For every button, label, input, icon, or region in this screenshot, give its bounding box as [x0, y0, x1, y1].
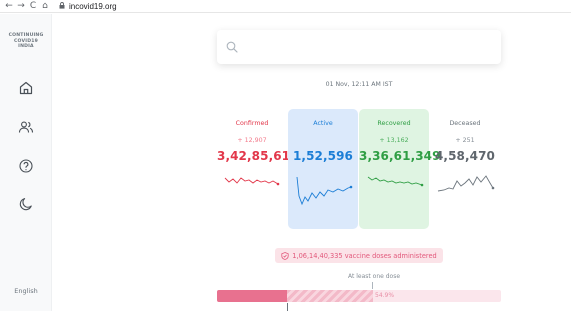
shield-check-icon — [281, 251, 289, 260]
recovered-value: 3,36,61,349 — [359, 149, 441, 163]
lock-icon — [59, 1, 65, 11]
home-page-icon[interactable]: ⌂ — [39, 1, 51, 12]
confirmed-value: 3,42,85,612 — [217, 149, 299, 163]
vaccine-doses-banner: 1,06,14,40,335 vaccine doses administere… — [275, 248, 443, 263]
deceased-sparkline — [437, 175, 495, 192]
language-switcher[interactable]: English — [0, 287, 52, 295]
active-label: Active — [313, 120, 333, 127]
browser-toolbar: ← → C ⌂ incovid19.org — [0, 0, 571, 13]
active-value: 1,52,596 — [292, 149, 353, 163]
home-icon[interactable] — [18, 80, 34, 96]
sidebar: CONTINUING COVID19 INDIA English — [0, 14, 52, 311]
search-icon — [226, 41, 238, 53]
active-sparkline — [296, 176, 353, 206]
search-box[interactable] — [217, 30, 501, 64]
confirmed-label: Confirmed — [235, 120, 269, 127]
confirmed-card[interactable]: Confirmed + 12,907 3,42,85,612 — [217, 109, 299, 229]
deceased-value: 4,58,470 — [434, 149, 495, 163]
confirmed-sparkline — [224, 177, 280, 186]
users-icon[interactable] — [18, 119, 34, 135]
vaccine-doses-text: 1,06,14,40,335 vaccine doses administere… — [292, 251, 437, 260]
at-least-one-dose-percent: 54.9% — [375, 292, 395, 299]
at-least-one-dose-marker — [372, 282, 373, 289]
forward-arrow-icon[interactable]: → — [15, 1, 27, 12]
fully-vaccinated-marker — [287, 303, 288, 311]
brand-line-3: INDIA — [18, 44, 34, 50]
deceased-label: Deceased — [449, 120, 481, 127]
search-input[interactable] — [244, 42, 484, 52]
moon-icon[interactable] — [18, 196, 34, 212]
fully-vaccinated-fill — [217, 290, 287, 302]
last-updated-timestamp: 01 Nov, 12:11 AM IST — [325, 81, 393, 88]
active-card[interactable]: Active 1,52,596 — [288, 109, 358, 229]
deceased-card[interactable]: Deceased + 251 4,58,470 — [430, 109, 500, 229]
confirmed-delta: + 12,907 — [237, 137, 267, 144]
partially-vaccinated-fill — [287, 290, 373, 302]
back-arrow-icon[interactable]: ← — [3, 1, 15, 12]
vaccination-progress-bar: 54.9% — [217, 290, 501, 302]
deceased-delta: + 251 — [455, 137, 475, 144]
recovered-sparkline — [367, 176, 424, 187]
address-bar-url[interactable]: incovid19.org — [69, 2, 117, 11]
at-least-one-dose-label: At least one dose — [347, 273, 401, 280]
brand-logo[interactable]: CONTINUING COVID19 INDIA — [0, 33, 52, 50]
recovered-label: Recovered — [377, 120, 411, 127]
recovered-delta: + 13,162 — [379, 137, 409, 144]
reload-icon[interactable]: C — [27, 1, 39, 12]
recovered-card[interactable]: Recovered + 13,162 3,36,61,349 — [359, 109, 441, 229]
help-circle-icon[interactable] — [18, 158, 34, 174]
